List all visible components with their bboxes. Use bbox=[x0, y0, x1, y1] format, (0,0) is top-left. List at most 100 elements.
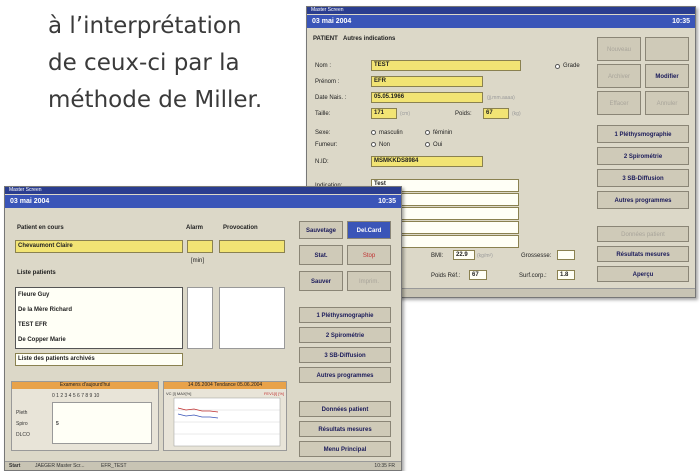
sauver-button[interactable]: Sauver bbox=[299, 271, 343, 291]
date-naiss-field[interactable]: 05.05.1966 bbox=[371, 92, 483, 103]
grade-radio[interactable] bbox=[555, 64, 560, 69]
exam-mark: 5 bbox=[56, 421, 59, 427]
taskbar-clock: 10:35 FR bbox=[374, 463, 395, 469]
exam-row-dlco: DLCO bbox=[16, 432, 30, 438]
poids-unit: (kg) bbox=[512, 111, 521, 117]
fumeur-non-label: Non bbox=[379, 142, 391, 148]
nom-label: Nom : bbox=[315, 63, 332, 69]
exam-number-scale: 0 1 2 3 4 5 6 7 8 9 10 bbox=[52, 393, 100, 399]
apercu-button[interactable]: Aperçu bbox=[597, 266, 689, 282]
exam-row-pleth: Pleth bbox=[16, 410, 28, 416]
exams-today-panel: Examens d'aujourd'hui 0 1 2 3 4 5 6 7 8 … bbox=[11, 381, 159, 451]
surf-corp-label: Surf.corp.: bbox=[519, 273, 547, 279]
del-card-button[interactable]: Del.Card bbox=[347, 221, 391, 239]
list-item[interactable]: De la Mère Richard bbox=[18, 306, 72, 314]
sexe-feminin-label: féminin bbox=[433, 130, 453, 136]
provocation-label: Provocation bbox=[223, 225, 258, 231]
stop-button[interactable]: Stop bbox=[347, 245, 391, 265]
sexe-masculin-radio[interactable] bbox=[371, 130, 376, 135]
exam-grid bbox=[52, 402, 152, 444]
start-button[interactable]: Start bbox=[9, 462, 20, 470]
sexe-feminin-radio[interactable] bbox=[425, 130, 430, 135]
donnees-patient-button[interactable]: Données patient bbox=[299, 401, 391, 417]
alarm-field[interactable] bbox=[187, 240, 213, 253]
autres-programmes-button[interactable]: Autres programmes bbox=[597, 191, 689, 209]
effacer-button[interactable]: Effacer bbox=[597, 91, 641, 115]
taskbar-item-master[interactable]: JAEGER Master Scr... bbox=[35, 462, 84, 470]
nid-label: N.ID: bbox=[315, 159, 329, 165]
window-titlebar: Master Screen bbox=[5, 187, 401, 194]
patient-list-window: Master Screen 03 mai 2004 10:35 Patient … bbox=[4, 186, 402, 471]
provocation-field[interactable] bbox=[219, 240, 285, 253]
poids-ref-field[interactable]: 67 bbox=[469, 270, 487, 280]
sb-diffusion-button[interactable]: 3 SB-Diffusion bbox=[299, 347, 391, 363]
resultats-mesures-button[interactable]: Résultats mesures bbox=[299, 421, 391, 437]
nom-field[interactable]: TEST bbox=[371, 60, 521, 71]
grossesse-label: Grossesse: bbox=[521, 253, 552, 259]
patient-listbox[interactable]: Fleure Guy De la Mère Richard TEST EFR D… bbox=[15, 287, 183, 349]
fumeur-oui-label: Oui bbox=[433, 142, 443, 148]
fumeur-non-radio[interactable] bbox=[371, 142, 376, 147]
tab-patient[interactable]: PATIENT bbox=[313, 35, 338, 43]
window-title: Master Screen bbox=[311, 7, 344, 13]
current-patient-field[interactable]: Chevaumont Claire bbox=[15, 240, 183, 253]
prenom-label: Prénom : bbox=[315, 79, 340, 85]
fumeur-oui-radio[interactable] bbox=[425, 142, 430, 147]
header-time: 10:35 bbox=[672, 18, 690, 25]
plethysmographie-button[interactable]: 1 Pléthysmographie bbox=[597, 125, 689, 143]
list-item[interactable]: De Copper Marie bbox=[18, 336, 66, 344]
sb-diffusion-button[interactable]: 3 SB-Diffusion bbox=[597, 169, 689, 187]
blank-button[interactable] bbox=[645, 37, 689, 61]
stat-button[interactable]: Stat. bbox=[299, 245, 343, 265]
header-bar: 03 mai 2004 10:35 bbox=[307, 15, 695, 28]
archiver-button[interactable]: Archiver bbox=[597, 64, 641, 88]
sexe-label: Sexe: bbox=[315, 130, 331, 136]
patient-en-cours-label: Patient en cours bbox=[17, 225, 64, 231]
header-time: 10:35 bbox=[378, 198, 396, 205]
header-bar: 03 mai 2004 10:35 bbox=[5, 195, 401, 208]
list-item[interactable]: TEST EFR bbox=[18, 321, 47, 329]
sauvetage-button[interactable]: Sauvetage bbox=[299, 221, 343, 239]
poids-ref-label: Poids Réf.: bbox=[431, 273, 461, 279]
prenom-field[interactable]: EFR bbox=[371, 76, 483, 87]
annuler-button[interactable]: Annuler bbox=[645, 91, 689, 115]
exams-panel-header: Examens d'aujourd'hui bbox=[12, 382, 158, 389]
autres-programmes-button[interactable]: Autres programmes bbox=[299, 367, 391, 383]
plethysmographie-button[interactable]: 1 Pléthysmographie bbox=[299, 307, 391, 323]
spirometrie-button[interactable]: 2 Spirométrie bbox=[299, 327, 391, 343]
surf-corp-field: 1.8 bbox=[557, 270, 575, 280]
exam-row-spiro: Spiro bbox=[16, 421, 28, 427]
imprim-button[interactable]: Imprim. bbox=[347, 271, 391, 291]
alarm-list-cell bbox=[187, 287, 213, 349]
nouveau-button[interactable]: Nouveau bbox=[597, 37, 641, 61]
header-date: 03 mai 2004 bbox=[312, 18, 352, 25]
list-item[interactable]: Fleure Guy bbox=[18, 291, 49, 299]
modifier-button[interactable]: Modifier bbox=[645, 64, 689, 88]
grossesse-field[interactable] bbox=[557, 250, 575, 260]
liste-patients-label: Liste patients bbox=[17, 270, 56, 276]
caption-text: à l’interprétation de ceux-ci par la mét… bbox=[48, 8, 308, 119]
nid-field[interactable]: MSMKKDS8984 bbox=[371, 156, 483, 167]
spirometrie-button[interactable]: 2 Spirométrie bbox=[597, 147, 689, 165]
bmi-label: BMI: bbox=[431, 253, 444, 259]
archived-list-button[interactable]: Liste des patients archivés bbox=[15, 353, 183, 366]
resultats-mesures-button[interactable]: Résultats mesures bbox=[597, 246, 689, 262]
window-titlebar: Master Screen bbox=[307, 7, 695, 14]
bmi-field: 22.9 bbox=[453, 250, 475, 260]
bmi-unit: (kg/m²) bbox=[477, 253, 493, 259]
trend-chart bbox=[173, 397, 281, 447]
header-date: 03 mai 2004 bbox=[10, 198, 50, 205]
menu-principal-button[interactable]: Menu Principal bbox=[299, 441, 391, 457]
poids-field[interactable]: 67 bbox=[483, 108, 509, 119]
provocation-list-cell bbox=[219, 287, 285, 349]
taskbar: Start JAEGER Master Scr... EFR_TEST 10:3… bbox=[5, 461, 401, 470]
fumeur-label: Fumeur: bbox=[315, 142, 338, 148]
alarm-label: Alarm bbox=[186, 225, 204, 231]
tab-other-indications[interactable]: Autres indications bbox=[343, 35, 395, 43]
caption-line-1: à l’interprétation bbox=[48, 13, 242, 39]
donnees-patient-button[interactable]: Données patient bbox=[597, 226, 689, 242]
trend-panel: 14.05.2004 Tendance 05.06.2004 VC [l] MA… bbox=[163, 381, 287, 451]
taskbar-item-efr[interactable]: EFR_TEST bbox=[101, 462, 127, 470]
taille-field[interactable]: 171 bbox=[371, 108, 397, 119]
taille-label: Taille: bbox=[315, 111, 331, 117]
